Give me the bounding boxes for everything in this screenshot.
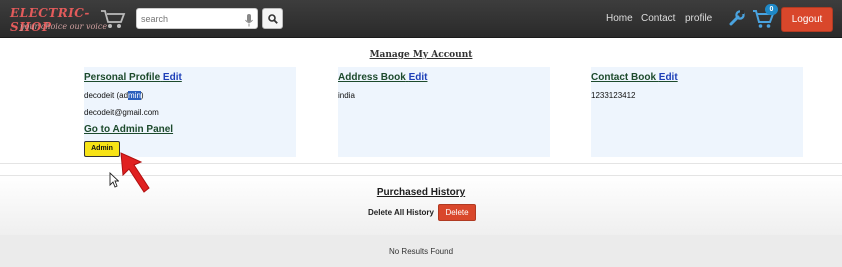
edit-contact-link[interactable]: Edit [659,72,678,83]
profile-name-prefix: decodeit (ad [84,91,129,100]
search-button[interactable] [262,8,283,29]
edit-address-link[interactable]: Edit [409,72,428,83]
search-input[interactable] [137,9,245,28]
contact-book-heading-label: Contact Book [591,72,656,83]
personal-profile-heading-label: Personal Profile [84,72,161,83]
phone-value: 1233123412 [591,91,636,100]
nav-contact-link[interactable]: Contact [641,13,675,24]
admin-button[interactable]: Admin [84,141,120,157]
profile-email: decodeit@gmail.com [84,108,159,117]
brand-tagline: your choice our voice [20,22,108,31]
top-navbar: ELECTRIC-SHOP your choice our voice Home… [0,0,842,38]
red-annotation-arrow-icon [118,150,152,202]
wrench-icon[interactable] [729,10,745,30]
cart-count-badge: 0 [765,4,778,15]
profile-name-suffix: ) [140,91,144,100]
brand-logo[interactable]: ELECTRIC-SHOP your choice our voice [8,4,126,34]
admin-panel-link[interactable]: Go to Admin Panel [84,124,173,135]
address-value: india [338,91,355,100]
delete-history-button[interactable]: Delete [438,204,476,221]
shopping-cart-logo-icon [100,8,126,34]
microphone-icon[interactable] [245,12,253,31]
contact-book-heading: Contact Book Edit [591,72,678,83]
nav-profile-link[interactable]: profile [685,13,712,24]
personal-profile-panel: Personal Profile Edit decodeit (admin) d… [84,67,296,157]
address-book-panel: Address Book Edit india [338,67,550,157]
search-icon [268,14,278,24]
address-book-heading: Address Book Edit [338,72,427,83]
contact-book-panel: Contact Book Edit 1233123412 [591,67,803,157]
edit-profile-link[interactable]: Edit [163,72,182,83]
search-box [136,8,258,29]
personal-profile-heading: Personal Profile Edit [84,72,182,83]
profile-name-selected-text: min [128,91,141,100]
address-book-heading-label: Address Book [338,72,406,83]
nav-home-link[interactable]: Home [606,13,633,24]
profile-name: decodeit (admin) [84,91,144,100]
delete-all-history-label: Delete All History [368,208,434,217]
page-title: Manage My Account [369,50,473,60]
no-results-message: No Results Found [388,247,454,256]
logout-button[interactable]: Logout [781,7,833,32]
